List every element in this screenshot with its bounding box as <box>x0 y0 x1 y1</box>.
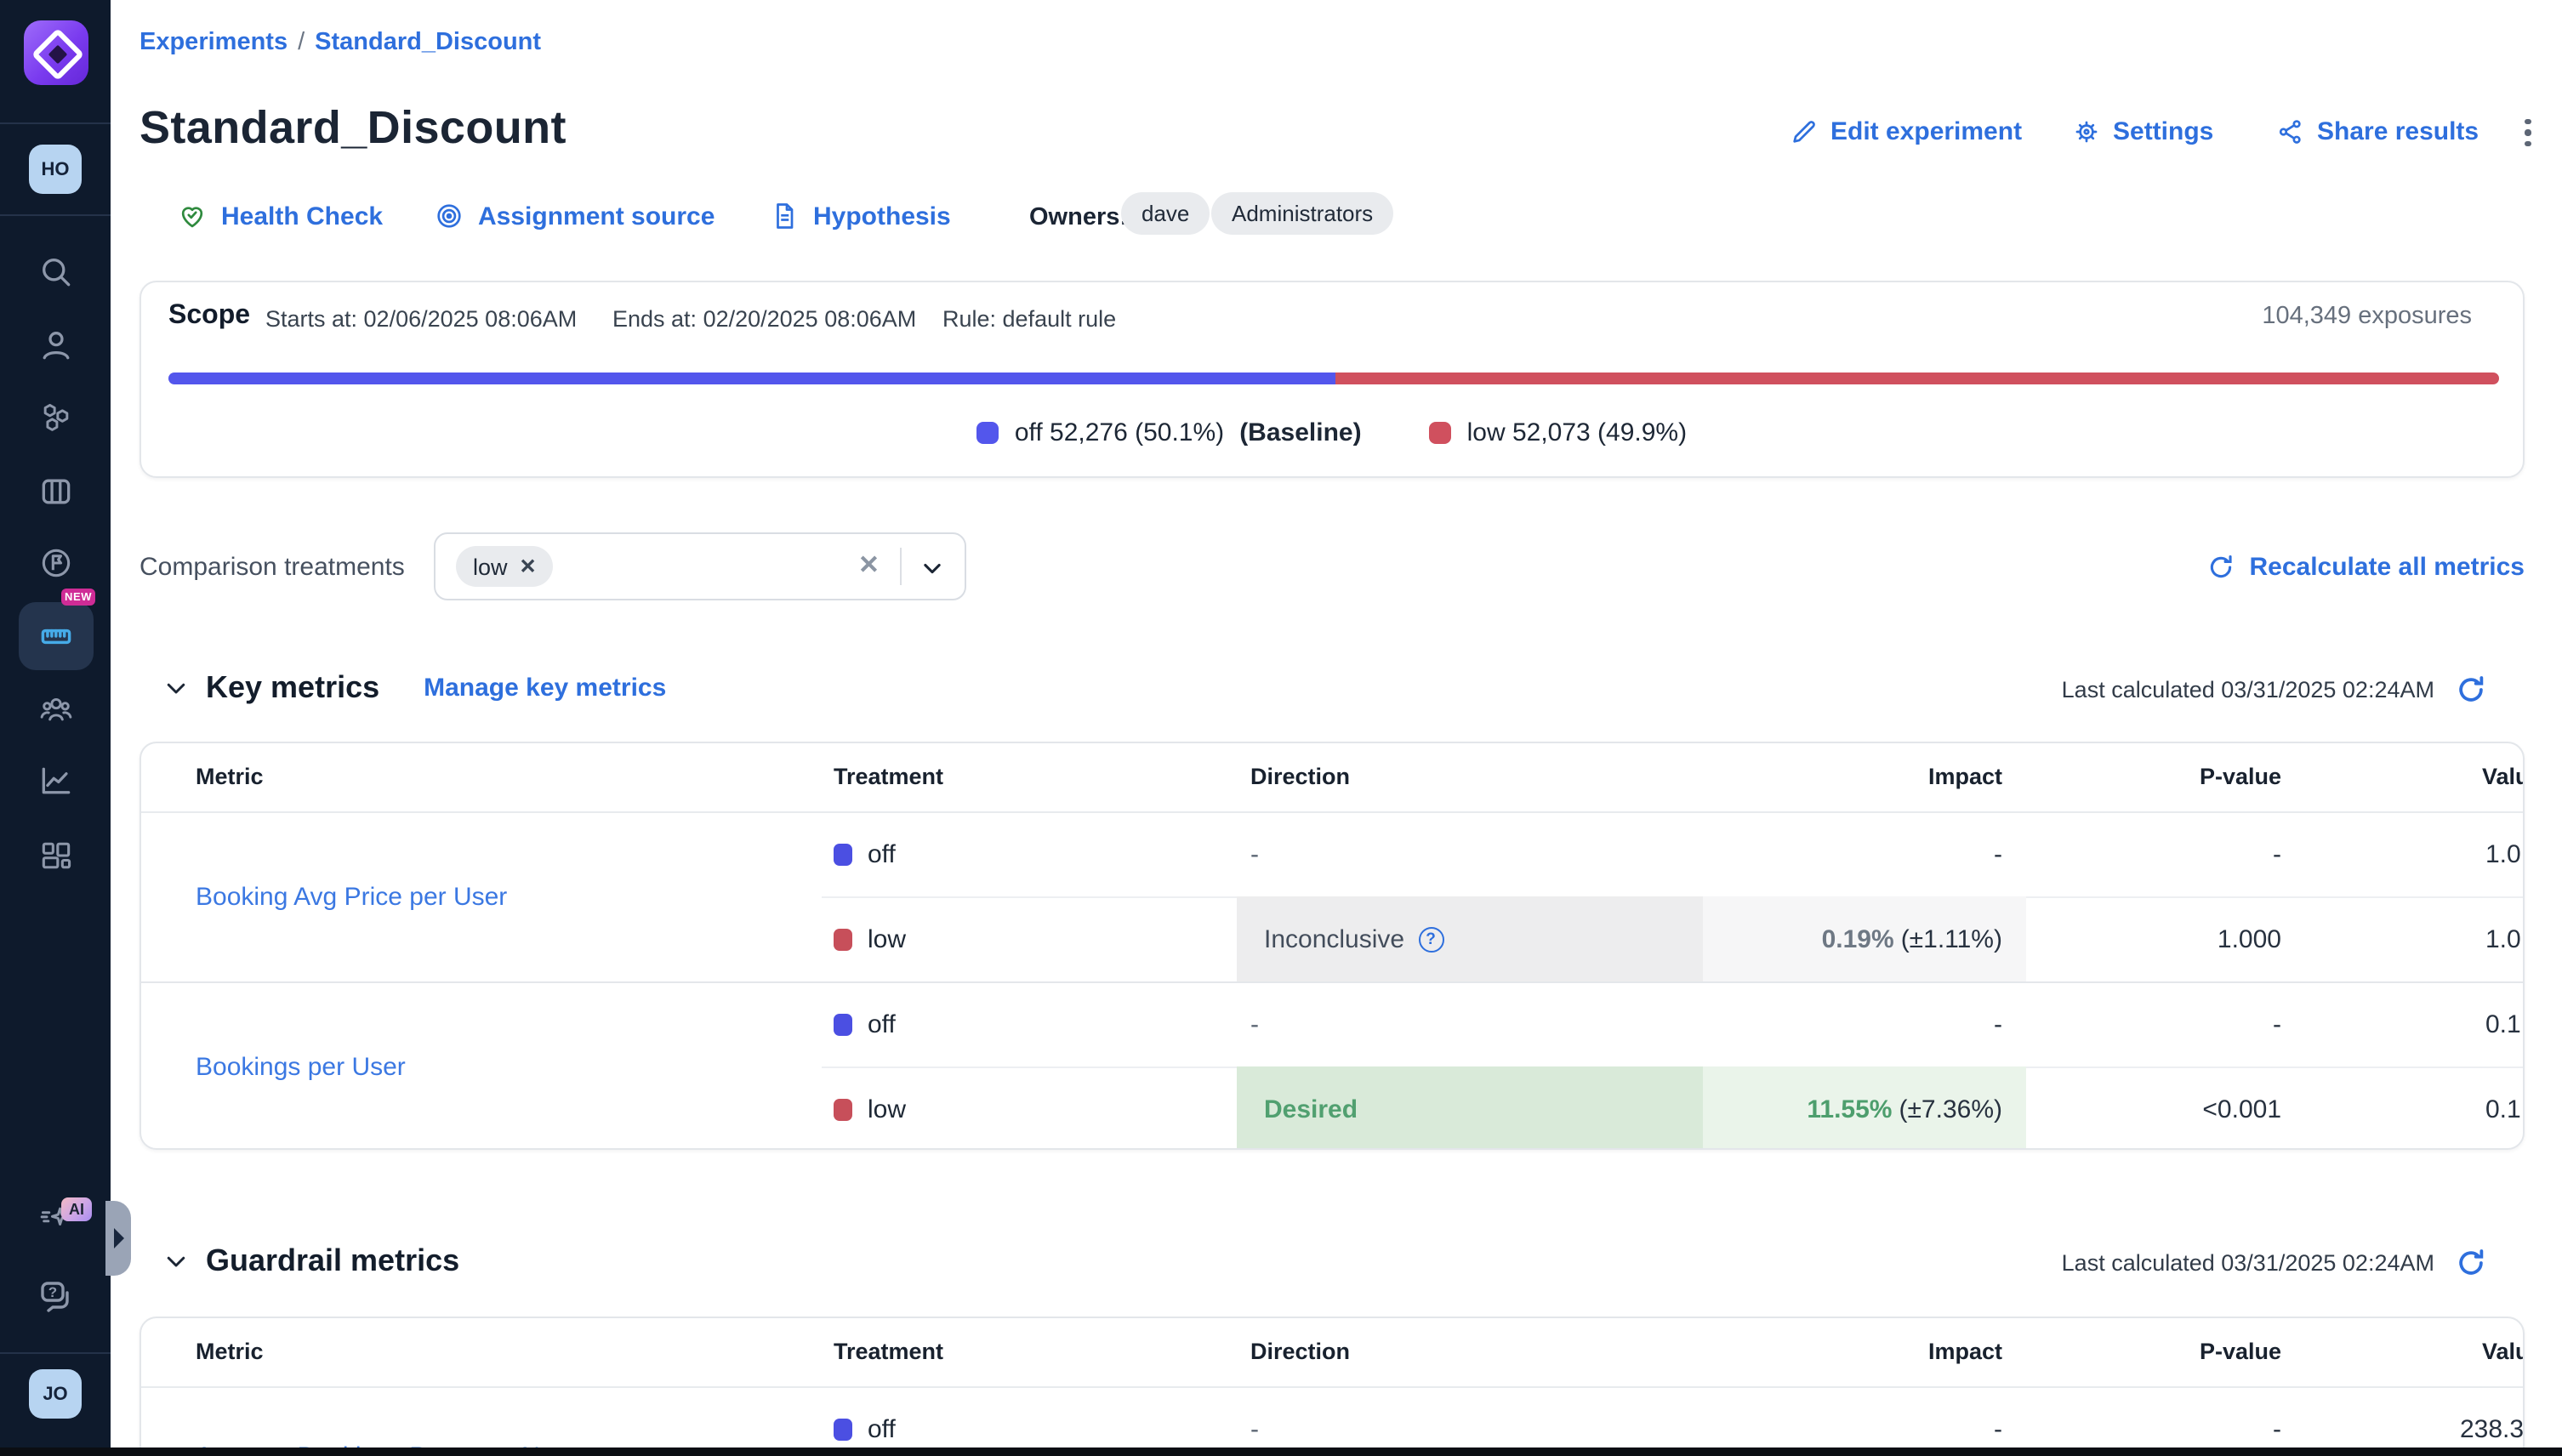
boards-icon[interactable] <box>0 473 111 510</box>
table-row[interactable]: low Desired 11.55%(±7.36%) <0.001 0.1 <box>141 1066 2523 1150</box>
profile-icon[interactable] <box>0 327 111 364</box>
search-icon[interactable] <box>0 253 111 291</box>
comparison-treatments-label: Comparison treatments <box>139 553 405 582</box>
allocation-bar <box>168 373 2499 384</box>
key-metrics-table: Metric Treatment Direction Impact P-valu… <box>139 742 2525 1150</box>
share-icon <box>2276 117 2305 146</box>
breadcrumb-current[interactable]: Standard_Discount <box>315 29 541 56</box>
key-metrics-header: Key metrics Manage key metrics <box>163 670 666 706</box>
scope-ends: Ends at: 02/20/2025 08:06AM <box>612 306 916 332</box>
target-icon <box>434 201 464 231</box>
table-row[interactable]: off - - - 0.1 <box>141 981 2523 1066</box>
svg-text:?: ? <box>48 1284 56 1300</box>
heart-check-icon <box>177 201 208 231</box>
sidebar: HO NEW A <box>0 0 111 1456</box>
allocation-segment-off <box>168 373 1336 384</box>
health-check-link[interactable]: Health Check <box>177 201 383 231</box>
info-icon[interactable]: ? <box>1418 926 1443 952</box>
page-title: Standard_Discount <box>139 102 566 155</box>
owner-chip[interactable]: dave <box>1121 192 1210 235</box>
app-logo[interactable] <box>24 20 88 85</box>
exposures-count: 104,349 exposures <box>2262 303 2472 330</box>
dashboards-icon[interactable] <box>0 837 111 874</box>
key-metrics-title: Key metrics <box>206 670 379 706</box>
ai-sparkle-icon[interactable] <box>0 1201 111 1238</box>
refresh-icon <box>2206 553 2235 582</box>
assignment-source-link[interactable]: Assignment source <box>434 201 715 231</box>
user-avatar[interactable]: JO <box>29 1369 82 1419</box>
chevron-down-icon[interactable] <box>163 1248 189 1274</box>
teams-icon[interactable] <box>0 691 111 728</box>
metric-link[interactable]: Bookings per User <box>196 1053 406 1082</box>
scope-title: Scope <box>168 301 250 332</box>
new-badge: NEW <box>61 589 95 606</box>
ruler-icon[interactable] <box>0 617 111 655</box>
sidebar-expand-handle[interactable] <box>105 1201 131 1276</box>
breadcrumb: Experiments/Standard_Discount <box>139 29 541 56</box>
treatment-swatch-low <box>834 1098 852 1120</box>
owner-chip[interactable]: Administrators <box>1211 192 1393 235</box>
guardrail-metrics-header: Guardrail metrics <box>163 1243 459 1279</box>
allocation-segment-low <box>1336 373 2499 384</box>
treatment-swatch-low <box>834 928 852 950</box>
treatment-swatch-off <box>834 1418 852 1440</box>
pencil-icon <box>1790 117 1819 146</box>
allocation-legend: off 52,276 (50.1%) (Baseline) low 52,073… <box>141 418 2523 447</box>
chip-remove-icon[interactable]: ✕ <box>520 555 537 578</box>
metric-link[interactable]: Booking Avg Price per User <box>196 883 507 912</box>
treatment-swatch-off <box>834 1013 852 1035</box>
treatment-chip-low[interactable]: low✕ <box>456 546 554 587</box>
settings-button[interactable]: Settings <box>2072 117 2213 146</box>
document-icon <box>769 201 800 231</box>
hexagons-icon[interactable] <box>0 400 111 437</box>
more-options-button[interactable] <box>2516 114 2540 151</box>
manage-key-metrics-link[interactable]: Manage key metrics <box>424 674 666 702</box>
share-results-button[interactable]: Share results <box>2276 117 2479 146</box>
analytics-icon[interactable] <box>0 762 111 799</box>
breadcrumb-separator: / <box>288 29 315 56</box>
chevron-down-icon[interactable] <box>920 556 944 580</box>
scope-starts: Starts at: 02/06/2025 08:06AM <box>265 306 577 332</box>
ai-badge: AI <box>61 1197 92 1221</box>
refresh-icon[interactable] <box>2455 1247 2487 1279</box>
gear-icon <box>2072 117 2101 146</box>
guardrail-last-calculated: Last calculated 03/31/2025 02:24AM <box>2062 1247 2487 1279</box>
recalculate-all-metrics-button[interactable]: Recalculate all metrics <box>2206 553 2525 582</box>
legend-item-off: off 52,276 (50.1%) (Baseline) <box>977 418 1362 447</box>
clear-icon[interactable]: ✕ <box>858 549 880 580</box>
guardrail-metrics-title: Guardrail metrics <box>206 1243 459 1279</box>
table-header: Metric Treatment Direction Impact P-valu… <box>141 1318 2523 1386</box>
scope-card: Scope Starts at: 02/06/2025 08:06AM Ends… <box>139 281 2525 478</box>
refresh-icon[interactable] <box>2455 674 2487 706</box>
direction-status: Desired <box>1264 1095 1358 1123</box>
treatment-swatch-off <box>834 843 852 865</box>
legend-swatch-low <box>1430 422 1452 444</box>
edit-experiment-button[interactable]: Edit experiment <box>1790 117 2022 146</box>
guardrail-metrics-table: Metric Treatment Direction Impact P-valu… <box>139 1317 2525 1456</box>
comparison-treatments-select[interactable]: low✕ ✕ <box>434 532 966 600</box>
breadcrumb-experiments[interactable]: Experiments <box>139 29 288 56</box>
owners-label: Owners: <box>1029 204 1128 231</box>
app-window: HO NEW A <box>0 0 2562 1456</box>
workspace-badge[interactable]: HO <box>29 145 82 194</box>
getting-started-icon[interactable] <box>0 544 111 582</box>
help-chat-icon[interactable]: ? <box>0 1276 111 1317</box>
chevron-down-icon[interactable] <box>163 675 189 701</box>
key-metrics-last-calculated: Last calculated 03/31/2025 02:24AM <box>2062 674 2487 706</box>
hypothesis-link[interactable]: Hypothesis <box>769 201 951 231</box>
direction-status: Inconclusive <box>1264 924 1404 953</box>
table-header: Metric Treatment Direction Impact P-valu… <box>141 743 2523 811</box>
legend-item-low: low 52,073 (49.9%) <box>1430 418 1688 447</box>
legend-swatch-off <box>977 422 999 444</box>
scope-rule: Rule: default rule <box>942 306 1116 332</box>
